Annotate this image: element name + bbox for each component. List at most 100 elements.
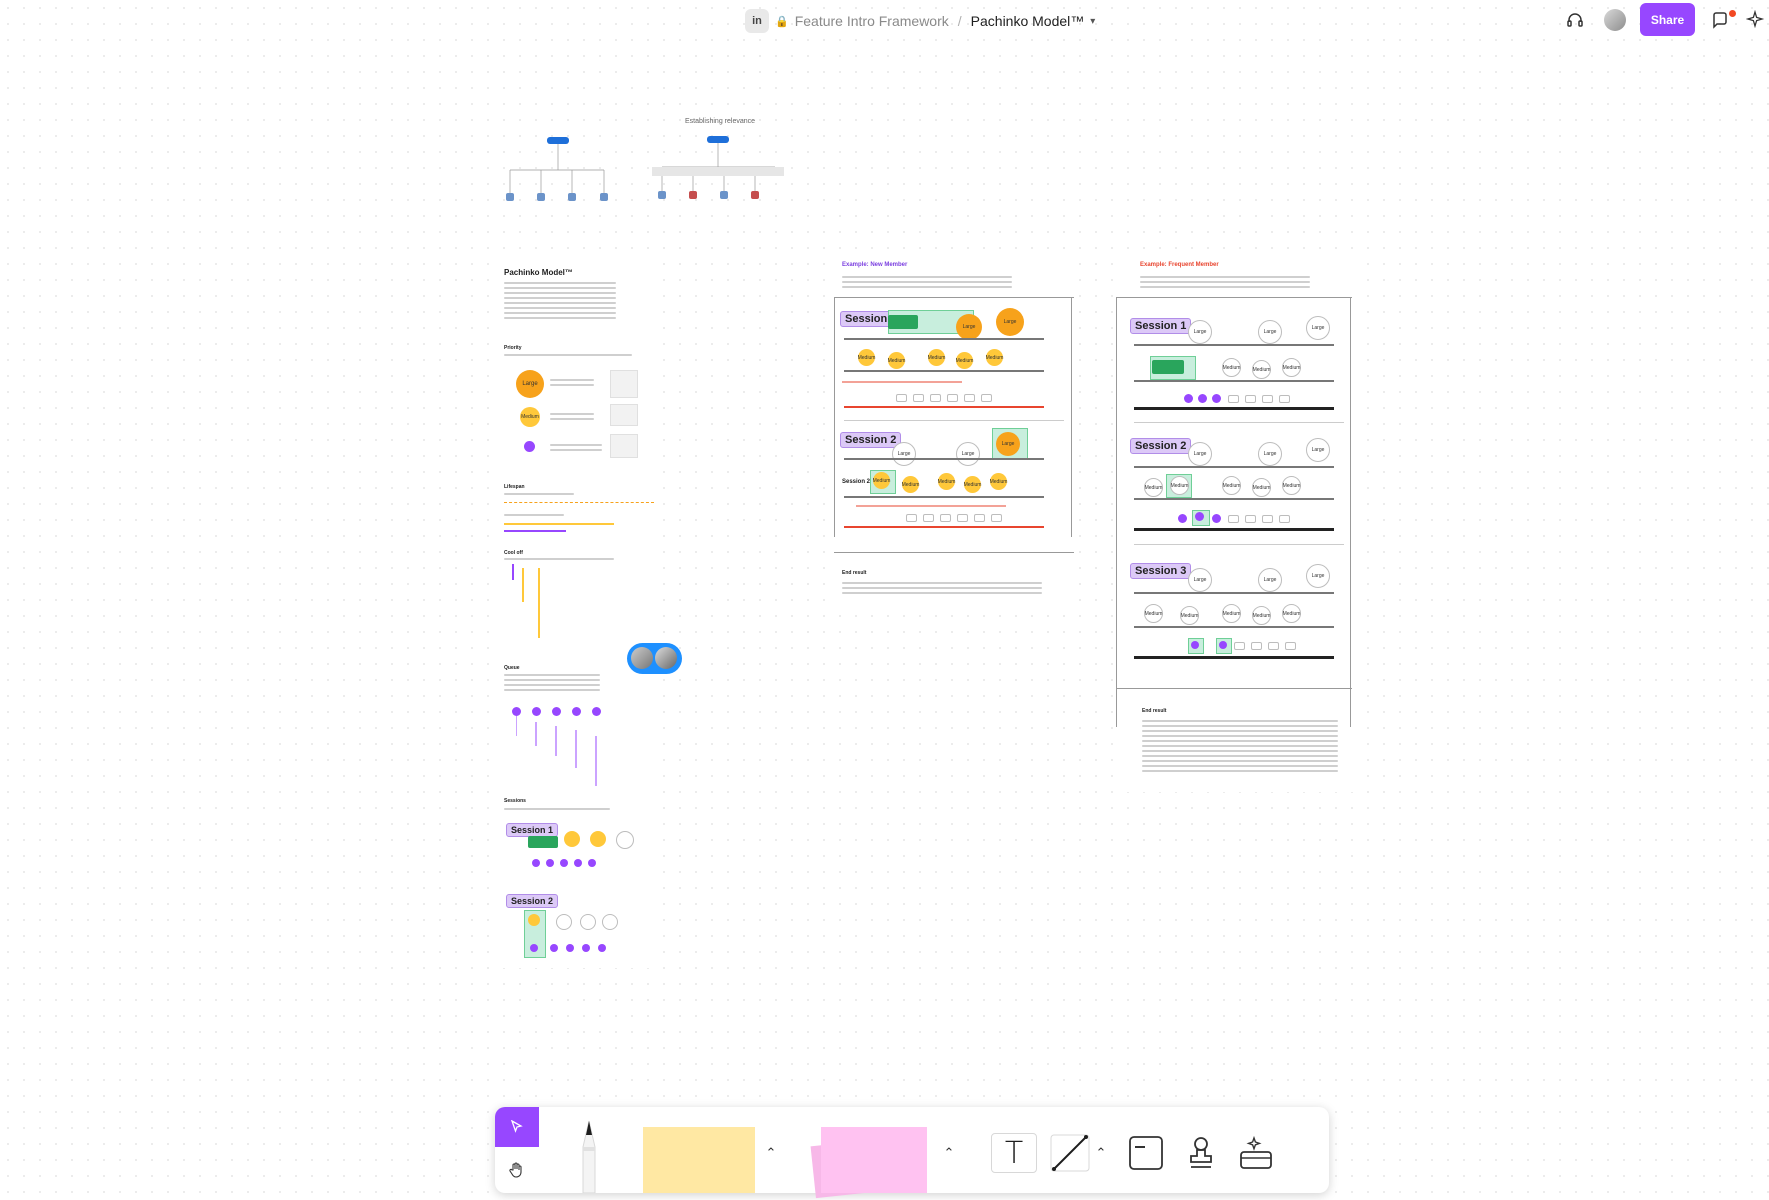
empty-large-circle: Large: [1306, 438, 1330, 462]
notification-dot: [1729, 10, 1736, 17]
lane-bar: [844, 496, 1044, 498]
red-lane-bar: [844, 406, 1044, 408]
frequent-member-frame[interactable]: Example: Frequent Member Session 1 Large…: [1114, 252, 1359, 792]
select-tool[interactable]: [495, 1107, 539, 1147]
pen-icon: [582, 1120, 596, 1193]
medium-desc: [550, 413, 594, 423]
queue-dot: [552, 707, 561, 716]
breadcrumb-parent[interactable]: Feature Intro Framework: [795, 13, 949, 29]
empty-medium-circle: Medium: [1180, 606, 1199, 625]
chevron-up-icon[interactable]: ⌃: [941, 1145, 957, 1161]
avatar[interactable]: [631, 647, 653, 669]
intro-text: [504, 282, 616, 322]
lane-bar: [1134, 626, 1334, 628]
frequent-member-heading: Example: Frequent Member: [1140, 262, 1219, 268]
cooloff-bar-3: [538, 568, 540, 638]
cooloff-heading: Cool off: [504, 550, 523, 556]
flow-diagram-right[interactable]: Establishing relevance: [650, 115, 790, 205]
chevron-up-icon[interactable]: ⌃: [763, 1145, 779, 1161]
slot-row: [896, 394, 1026, 402]
stamp-tool[interactable]: [1180, 1133, 1222, 1173]
timeline-line: [1116, 297, 1352, 298]
priority-text: [504, 354, 632, 359]
file-icon[interactable]: in: [745, 9, 769, 33]
empty-medium-circle: Medium: [1252, 360, 1271, 379]
breadcrumb: in 🔒 Feature Intro Framework / Pachinko …: [745, 8, 1095, 34]
empty-large-circle: Large: [1188, 442, 1212, 466]
sparkle-icon[interactable]: [1743, 8, 1769, 32]
new-member-end-heading: End result: [842, 570, 867, 576]
lifespan-line: [504, 502, 654, 504]
queue-dot: [546, 859, 554, 867]
empty-medium-circle: Medium: [1144, 478, 1163, 497]
avatar[interactable]: [655, 647, 677, 669]
priority-large-circle: Large: [516, 370, 544, 398]
queue-dot: [1219, 641, 1227, 649]
lifespan-line-3: [504, 530, 566, 532]
flow-diagram-left[interactable]: [500, 125, 620, 205]
pachinko-session-1-label: Session 1: [506, 823, 559, 837]
red-lane-bar: [844, 526, 1044, 528]
queue-dot: [1178, 514, 1187, 523]
empty-large-circle: Large: [956, 442, 980, 466]
sticky-note-pink[interactable]: [821, 1127, 927, 1193]
medium-circle: Medium: [938, 473, 955, 490]
empty-large-circle: Large: [892, 442, 916, 466]
queue-text: [504, 674, 600, 694]
connector-tool[interactable]: [1048, 1127, 1092, 1175]
new-member-frame[interactable]: Example: New Member Session 1 Large Larg…: [826, 252, 1076, 612]
file-title[interactable]: Pachinko Model™: [971, 13, 1085, 29]
slot-row: [1234, 642, 1334, 650]
frequent-session-2-label: Session 2: [1130, 438, 1192, 454]
timeline-line: [834, 297, 835, 537]
black-lane-bar: [1134, 407, 1334, 410]
cooloff-text: [504, 558, 614, 563]
bottom-toolbar: ⌃ ⌃ T ⌃: [495, 1107, 1329, 1199]
chevron-down-icon[interactable]: ▾: [1090, 16, 1095, 27]
avatar[interactable]: [1604, 9, 1626, 31]
empty-medium-circle: Medium: [1222, 358, 1241, 377]
medium-circle: Medium: [888, 352, 905, 369]
empty-medium-circle: Medium: [1144, 604, 1163, 623]
sticker-stack: [888, 315, 918, 329]
text-tool[interactable]: T: [991, 1133, 1037, 1173]
pachinko-doc-frame[interactable]: Pachinko Model™ Priority Large Medium Li…: [498, 258, 658, 968]
pen-tool[interactable]: [565, 1117, 613, 1193]
large-preview-image: [610, 370, 638, 398]
medium-circle: Medium: [928, 349, 945, 366]
section-tool[interactable]: [1125, 1133, 1167, 1173]
large-circle: Large: [996, 308, 1024, 336]
small-preview-image: [610, 434, 638, 458]
queue-dot: [1212, 394, 1221, 403]
sticky-note-yellow[interactable]: [643, 1127, 755, 1193]
medium-circle: Medium: [990, 473, 1007, 490]
frequent-end-text: [1142, 720, 1338, 775]
empty-large-circle: Large: [1258, 442, 1282, 466]
queue-dot: [1198, 394, 1207, 403]
stamp-icon: [1190, 1137, 1212, 1168]
red-note: [842, 381, 962, 383]
timeline-line: [1116, 297, 1117, 727]
priority-medium-circle: Medium: [520, 407, 540, 427]
share-button[interactable]: Share: [1640, 3, 1695, 36]
flow-title: Establishing relevance: [684, 118, 756, 125]
slot-row: [1228, 515, 1328, 523]
queue-dot: [1184, 394, 1193, 403]
headphones-icon[interactable]: [1562, 8, 1588, 32]
session-medium-circle: [528, 914, 540, 926]
lifespan-heading: Lifespan: [504, 484, 525, 490]
small-desc: [550, 444, 602, 454]
breadcrumb-separator: /: [957, 13, 962, 29]
top-bar: in 🔒 Feature Intro Framework / Pachinko …: [0, 0, 1769, 40]
arrow-line: [1134, 422, 1344, 423]
frequent-member-intro: [1140, 276, 1310, 291]
widgets-tool[interactable]: [1235, 1133, 1277, 1173]
collaborator-cursors[interactable]: [627, 643, 682, 674]
empty-medium-circle: Medium: [1222, 476, 1241, 495]
medium-circle: Medium: [858, 349, 875, 366]
text-icon: T: [1004, 1135, 1024, 1171]
session-empty-circle: [616, 831, 634, 849]
hand-tool[interactable]: [495, 1150, 539, 1190]
timeline-line: [1071, 297, 1072, 537]
chevron-up-icon[interactable]: ⌃: [1093, 1145, 1109, 1161]
